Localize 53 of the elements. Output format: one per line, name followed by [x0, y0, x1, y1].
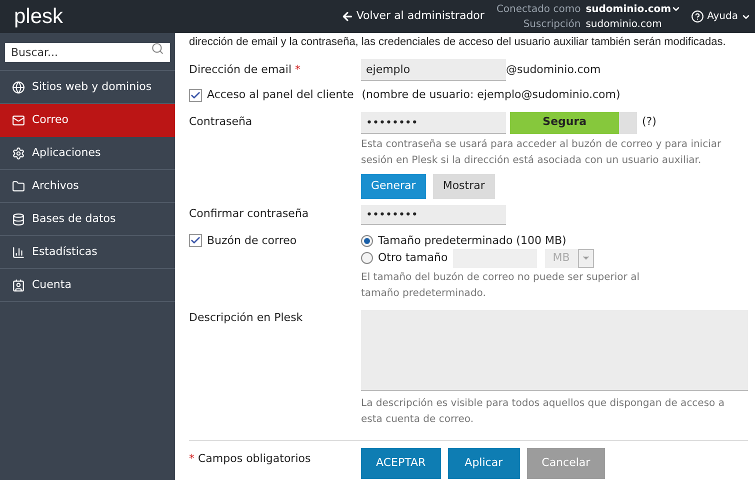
- checkbox[interactable]: [189, 88, 202, 102]
- folder-icon: [12, 180, 25, 192]
- email-input[interactable]: ejemplo: [361, 59, 506, 81]
- search-field[interactable]: Buscar...: [5, 43, 170, 62]
- show-button[interactable]: Mostrar: [432, 174, 495, 198]
- help-icon: [691, 10, 704, 23]
- sidebar-item[interactable]: Cuenta: [0, 269, 175, 302]
- sidebar-item[interactable]: Correo: [0, 104, 175, 137]
- strength-label: Segura: [542, 114, 588, 130]
- password-hint: Esta contraseña se usará para acceder al buzón de correo y para iniciar sesión en Plesk si la dirección está asociada con un usuario auxiliar.: [361, 138, 722, 168]
- intro-text: dirección de email y la contraseña, las credenciales de acceso del usuario auxiliar también serán modificadas.: [189, 35, 727, 50]
- field-label: Dirección de email *: [189, 62, 302, 78]
- generate-button[interactable]: Generar: [361, 174, 426, 198]
- username-note: (nombre de usuario: ejemplo@sudominio.com): [362, 87, 620, 103]
- radio-button[interactable]: [361, 235, 373, 247]
- subscription-label: Suscripción: [522, 18, 581, 32]
- radio-label: Tamaño predeterminado (100 MB): [378, 232, 566, 249]
- sidebar-item[interactable]: Bases de datos: [0, 203, 175, 236]
- password-input[interactable]: ••••••••: [361, 204, 506, 224]
- back-link[interactable]: Volver al administrador: [341, 8, 484, 25]
- id-card-icon: [12, 278, 25, 292]
- radio-button[interactable]: [361, 252, 373, 264]
- gear-icon: [12, 146, 25, 160]
- database-icon: [12, 212, 25, 226]
- envelope-icon: [12, 114, 25, 126]
- email-domain: @sudominio.com: [506, 62, 601, 78]
- sidebar-item[interactable]: Archivos: [0, 170, 175, 203]
- bar-chart-icon: [12, 246, 25, 258]
- field-label: Contraseña: [189, 114, 254, 130]
- globe-icon: [12, 80, 25, 94]
- connected-label: Conectado como: [496, 2, 581, 16]
- help-menu[interactable]: Ayuda: [691, 9, 751, 24]
- mailbox-hint: El tamaño del buzón de correo no puede ser superior al tamaño predeterminado.: [361, 270, 640, 300]
- checkbox-label: Buzón de correo: [207, 232, 297, 248]
- subscription-value: sudominio.com: [586, 18, 663, 32]
- checkbox[interactable]: [189, 234, 202, 248]
- back-arrow-icon: [341, 10, 354, 23]
- submit-button[interactable]: ACEPTAR: [361, 448, 441, 478]
- radio-label: Otro tamaño: [378, 250, 448, 266]
- help-link[interactable]: (?): [642, 114, 656, 131]
- description-hint: La descripción es visible para todos aquellos que dispongan de acceso a esta cuenta de correo.: [361, 396, 726, 426]
- required-note: * Campos obligatorios: [189, 450, 312, 466]
- sidebar-item[interactable]: Aplicaciones: [0, 137, 175, 170]
- search-icon: [151, 42, 164, 55]
- logo[interactable]: plesk: [14, 6, 64, 27]
- account-menu[interactable]: sudominio.com: [586, 2, 682, 16]
- field-label: Confirmar contraseña: [189, 206, 310, 222]
- submit-button[interactable]: Aplicar: [448, 448, 520, 478]
- caret-icon: [671, 4, 682, 14]
- sidebar-item[interactable]: Estadísticas: [0, 236, 175, 269]
- field-label: Descripción en Plesk: [189, 310, 304, 326]
- checkbox-label: Acceso al panel del cliente: [207, 87, 354, 103]
- password-input[interactable]: ••••••••: [361, 112, 506, 134]
